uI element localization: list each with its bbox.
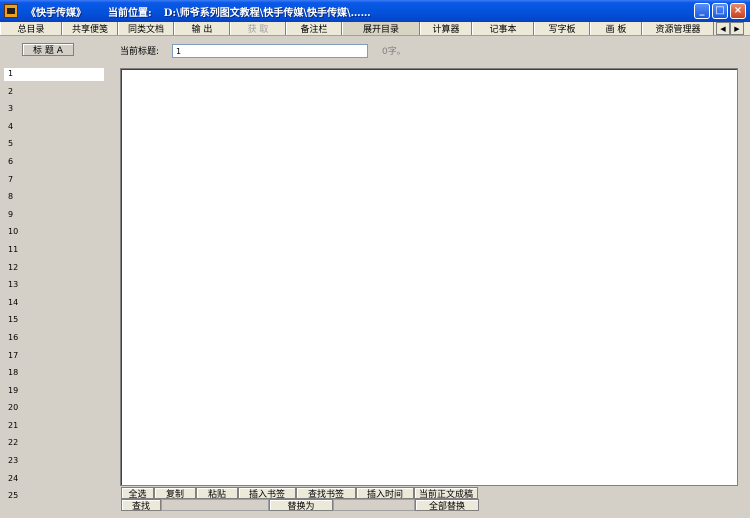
menu-scroll-right-icon[interactable]: ▶ xyxy=(730,22,744,35)
current-title-label: 当前标题: xyxy=(120,47,160,57)
title-list: 1 2 3 4 5 6 7 8 9 10 11 12 13 14 15 16 1… xyxy=(4,68,104,508)
title-list-item[interactable]: 16 xyxy=(4,332,104,350)
menu-item-explorer[interactable]: 资源管理器 xyxy=(642,22,714,35)
replace-text-field[interactable] xyxy=(333,499,415,511)
title-list-panel: 标 题 A 1 2 3 4 5 6 7 8 9 10 11 12 13 14 1… xyxy=(0,37,116,518)
menu-item-shared-notes[interactable]: 共享便笺 xyxy=(62,22,118,35)
menu-item-remarks[interactable]: 备注栏 xyxy=(286,22,342,35)
minimize-button[interactable]: _ xyxy=(694,3,710,19)
title-list-item[interactable]: 19 xyxy=(4,385,104,403)
title-list-header[interactable]: 标 题 A xyxy=(22,43,74,56)
title-list-item[interactable]: 22 xyxy=(4,437,104,455)
title-list-item[interactable]: 8 xyxy=(4,191,104,209)
char-count: 0字。 xyxy=(382,47,406,57)
title-list-item[interactable]: 9 xyxy=(4,209,104,227)
menu-bar: 总目录 共享便笺 同类文档 输 出 获 取 备注栏 展开目录 计算器 记事本 写… xyxy=(0,22,750,36)
menu-item-calculator[interactable]: 计算器 xyxy=(420,22,472,35)
title-list-item[interactable]: 5 xyxy=(4,138,104,156)
location-label: 当前位置: xyxy=(108,7,152,19)
title-list-item[interactable]: 20 xyxy=(4,402,104,420)
close-button[interactable]: × xyxy=(730,3,746,19)
menu-item-expand-toc[interactable]: 展开目录 xyxy=(342,22,420,35)
title-list-item[interactable]: 12 xyxy=(4,262,104,280)
insert-bookmark-button[interactable]: 插入书签 xyxy=(238,487,296,500)
maximize-button[interactable]: □ xyxy=(712,3,728,19)
title-list-item[interactable]: 7 xyxy=(4,174,104,192)
find-bookmark-button[interactable]: 查找书签 xyxy=(296,487,356,500)
select-all-button[interactable]: 全选 xyxy=(121,487,154,500)
title-list-item[interactable]: 1 xyxy=(4,68,104,81)
menu-scroll-left-icon[interactable]: ◀ xyxy=(716,22,730,35)
title-list-item[interactable]: 17 xyxy=(4,350,104,368)
paste-button[interactable]: 粘贴 xyxy=(196,487,238,500)
menu-item-export[interactable]: 输 出 xyxy=(174,22,230,35)
title-list-item[interactable]: 2 xyxy=(4,86,104,104)
title-list-item[interactable]: 6 xyxy=(4,156,104,174)
find-text-field[interactable] xyxy=(161,499,269,511)
title-list-item[interactable]: 24 xyxy=(4,473,104,491)
menu-item-paint[interactable]: 画 板 xyxy=(590,22,642,35)
replace-all-button[interactable]: 全部替换 xyxy=(415,499,479,512)
title-list-item[interactable]: 4 xyxy=(4,121,104,139)
app-icon[interactable] xyxy=(4,4,18,18)
copy-button[interactable]: 复制 xyxy=(154,487,196,500)
title-bar[interactable]: 《快手传媒》 当前位置: D:\师爷系列图文教程\快手传媒\快手传媒\…… _ … xyxy=(0,0,750,22)
find-button[interactable]: 查找 xyxy=(121,499,161,512)
replace-with-button[interactable]: 替换为 xyxy=(269,499,333,512)
menu-item-index[interactable]: 总目录 xyxy=(0,22,62,35)
menu-item-fetch[interactable]: 获 取 xyxy=(230,22,286,35)
title-list-item[interactable]: 23 xyxy=(4,455,104,473)
title-list-item[interactable]: 21 xyxy=(4,420,104,438)
current-title-input[interactable] xyxy=(172,44,368,58)
title-list-item[interactable]: 18 xyxy=(4,367,104,385)
title-list-item[interactable]: 11 xyxy=(4,244,104,262)
current-body-to-draft-button[interactable]: 当前正文成稿 xyxy=(414,487,478,500)
window-title: 《快手传媒》 xyxy=(26,7,86,19)
title-list-item[interactable]: 13 xyxy=(4,279,104,297)
title-list-item[interactable]: 25 xyxy=(4,490,104,508)
insert-time-button[interactable]: 插入时间 xyxy=(356,487,414,500)
body-text-editor[interactable] xyxy=(120,68,738,486)
menu-item-similar-docs[interactable]: 同类文档 xyxy=(118,22,174,35)
menu-item-wordpad[interactable]: 写字板 xyxy=(534,22,590,35)
title-list-item[interactable]: 14 xyxy=(4,297,104,315)
title-list-item[interactable]: 15 xyxy=(4,314,104,332)
title-list-item[interactable]: 3 xyxy=(4,103,104,121)
location-path: D:\师爷系列图文教程\快手传媒\快手传媒\…… xyxy=(163,7,371,19)
menu-item-notepad[interactable]: 记事本 xyxy=(472,22,534,35)
title-list-item[interactable]: 10 xyxy=(4,226,104,244)
